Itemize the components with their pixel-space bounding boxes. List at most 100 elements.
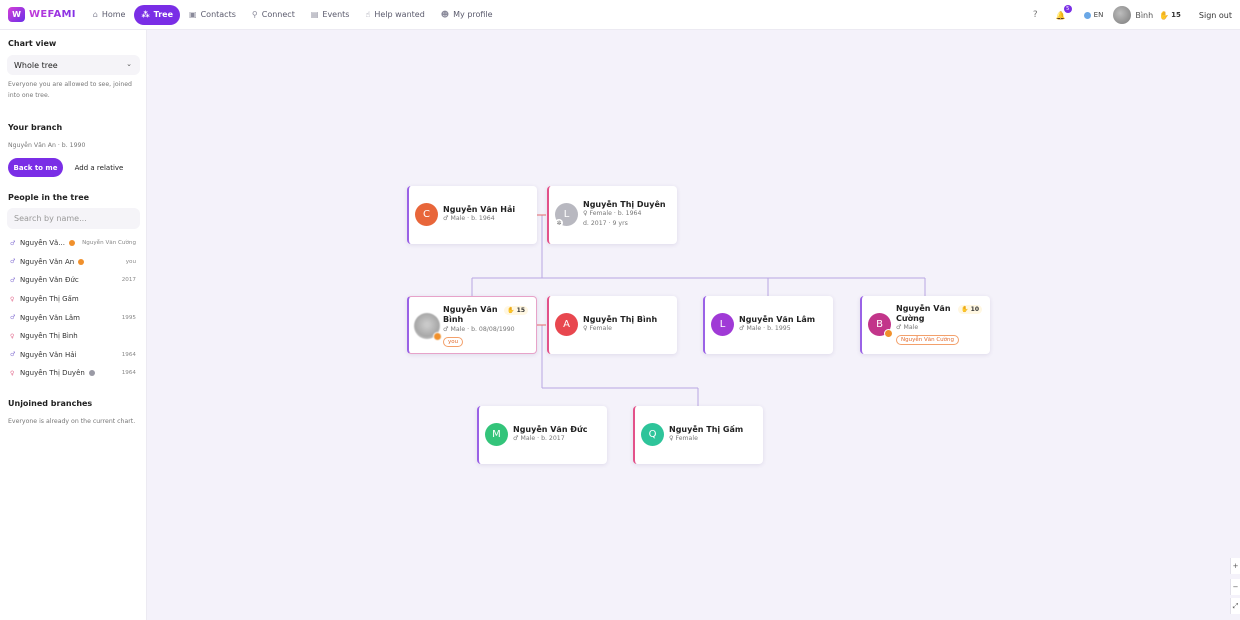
unjoined-note: Everyone is already on the current chart… (8, 418, 136, 425)
person-name: Nguyễn Thị Duyên (583, 200, 666, 209)
points-badge: ✋ 10 (958, 305, 982, 314)
person-death-meta: d. 2017 · 9 yrs (583, 220, 628, 227)
verified-badge-icon (884, 329, 893, 338)
coin-icon: ✋ (507, 307, 515, 314)
contacts-icon: ▣ (189, 10, 197, 19)
list-item[interactable]: ♂ Nguyễn Văn Đức 2017 (0, 271, 147, 290)
nav-home[interactable]: ⌂ Home (86, 5, 133, 25)
sign-out-link[interactable]: Sign out (1199, 11, 1232, 20)
list-item[interactable]: ♂ Nguyễn Văn An you (0, 253, 147, 272)
nav-help-wanted[interactable]: ☝ Help wanted (358, 5, 431, 25)
people-heading: People in the tree (8, 193, 90, 202)
person-name: Nguyễn Văn Lâm (739, 315, 816, 324)
nav-my-profile[interactable]: ☻ My profile (434, 5, 500, 25)
back-to-me-button[interactable]: Back to me (8, 158, 63, 177)
branch-person: Nguyễn Văn An · b. 1990 (8, 142, 86, 149)
chart-view-heading: Chart view (8, 39, 57, 48)
verified-badge-icon (68, 240, 75, 247)
verified-badge-icon (78, 258, 85, 265)
person-meta: ♀ Female · b. 1964 (583, 210, 642, 217)
nav-contacts[interactable]: ▣ Contacts (182, 5, 243, 25)
bell-icon[interactable]: 🔔 5 (1056, 4, 1072, 20)
person-name: Nguyễn Thị Gấm (669, 425, 744, 434)
person-meta: ♂ Male · b. 1995 (739, 325, 791, 332)
person-card-lam[interactable]: L Nguyễn Văn Lâm ♂ Male · b. 1995 (703, 296, 833, 354)
logo-text: WEFAMI (29, 9, 76, 20)
male-icon: ♂ (10, 276, 16, 284)
avatar: A (555, 313, 578, 336)
person-card-duyen[interactable]: L ✲ Nguyễn Thị Duyên ♀ Female · b. 1964 d… (547, 186, 677, 244)
person-name: Nguyễn Thị Bình (583, 315, 658, 324)
top-bar: W WEFAMI ⌂ Home ⁂ Tree ▣ Contacts ⚲ Connect … (0, 0, 1240, 30)
coin-icon: ✋ (1159, 10, 1170, 20)
male-icon: ♂ (10, 314, 16, 322)
avatar (414, 313, 442, 341)
female-icon: ♀ (10, 369, 15, 377)
zoom-in-button[interactable]: + (1230, 558, 1240, 574)
add-relative-button[interactable]: Add a relative (68, 158, 130, 177)
person-card-gam[interactable]: Q Nguyễn Thị Gấm ♀ Female (633, 406, 763, 464)
person-name: Nguyễn Văn Bình (443, 305, 498, 324)
points-badge: ✋ 15 (504, 306, 528, 315)
coin-icon: ✋ (961, 306, 969, 313)
logo[interactable]: W WEFAMI (8, 7, 76, 22)
person-card-duc[interactable]: M Nguyễn Văn Đức ♂ Male · b. 2017 (477, 406, 607, 464)
user-avatar[interactable] (1113, 6, 1132, 24)
female-icon: ♀ (10, 332, 15, 340)
avatar: C (415, 203, 438, 226)
main-nav: ⌂ Home ⁂ Tree ▣ Contacts ⚲ Connect ▤ Events ☝… (86, 4, 502, 25)
male-icon: ♂ (10, 239, 16, 247)
nav-tree[interactable]: ⁂ Tree (134, 4, 181, 25)
avatar: B (868, 313, 893, 338)
person-name: Nguyễn Văn Đức (513, 425, 588, 434)
person-meta: ♂ Male · b. 2017 (513, 435, 565, 442)
nav-connect[interactable]: ⚲ Connect (245, 5, 302, 25)
user-name: Bình (1135, 10, 1154, 20)
person-card-cuong[interactable]: B Nguyễn Văn Cường ✋ 10 ♂ Male Nguyễn Vă… (860, 296, 990, 354)
verified-badge-icon (433, 332, 442, 341)
logo-icon: W (8, 7, 25, 22)
language-switcher[interactable]: EN (1083, 11, 1103, 19)
person-meta: ♂ Male · b. 08/08/1990 (443, 326, 515, 333)
list-item[interactable]: ♂ Nguyễn Vă... Nguyễn Văn Cường (0, 234, 147, 253)
chart-view-note: Everyone you are allowed to see, joined … (8, 81, 132, 99)
male-icon: ♂ (10, 351, 16, 359)
avatar: L ✲ (555, 203, 578, 227)
tree-connectors (471, 214, 926, 406)
nav-events[interactable]: ▤ Events (304, 5, 357, 25)
chart-view-select[interactable]: Whole tree ⌄ (7, 55, 140, 75)
list-item[interactable]: ♀ Nguyễn Thị Bình (0, 327, 147, 346)
person-card-binh-f[interactable]: A Nguyễn Thị Bình ♀ Female (547, 296, 677, 354)
list-item[interactable]: ♂ Nguyễn Văn Lâm 1995 (0, 308, 147, 327)
people-search-input[interactable]: Search by name... (7, 208, 140, 229)
list-item[interactable]: ♀ Nguyễn Thị Gấm (0, 290, 147, 309)
person-meta: ♀ Female (669, 435, 698, 442)
avatar: M (485, 423, 508, 446)
unjoined-heading: Unjoined branches (8, 399, 93, 408)
person-card-binh-me[interactable]: Nguyễn Văn Bình ✋ 15 ♂ Male · b. 08/08/1… (407, 296, 537, 354)
fit-view-button[interactable]: ⤢ (1230, 598, 1240, 614)
list-item[interactable]: ♂ Nguyễn Văn Hải 1964 (0, 346, 147, 365)
male-icon: ♂ (10, 258, 16, 266)
header-actions: ? 🔔 5 EN Bình ✋ 15 Sign out (1033, 0, 1240, 30)
female-icon: ♀ (10, 295, 15, 303)
points-badge: ✋ 15 (1159, 10, 1181, 20)
linked-account-tag: Nguyễn Văn Cường (896, 335, 959, 345)
person-meta: ♀ Female (583, 325, 612, 332)
hand-icon: ☝ (365, 10, 371, 19)
chevron-down-icon: ⌄ (126, 60, 132, 68)
avatar: L (711, 313, 734, 336)
zoom-out-button[interactable]: − (1230, 579, 1240, 595)
person-meta: ♂ Male (896, 324, 919, 331)
people-list: ♂ Nguyễn Vă... Nguyễn Văn Cường ♂ Nguyễn… (0, 234, 147, 383)
person-meta: ♂ Male · b. 1964 (443, 215, 495, 222)
person-card-hai[interactable]: C Nguyễn Văn Hải ♂ Male · b. 1964 (407, 186, 537, 244)
list-item[interactable]: ♀ Nguyễn Thị Duyên 1964 (0, 364, 147, 383)
tree-icon: ⁂ (141, 10, 150, 19)
tree-canvas[interactable]: C Nguyễn Văn Hải ♂ Male · b. 1964 L ✲ Ngu… (147, 30, 1240, 620)
user-icon: ☻ (440, 10, 450, 19)
person-name: Nguyễn Văn Hải (443, 205, 516, 214)
help-icon[interactable]: ? (1033, 10, 1038, 20)
deceased-badge-icon (88, 370, 95, 377)
avatar: Q (641, 423, 664, 446)
